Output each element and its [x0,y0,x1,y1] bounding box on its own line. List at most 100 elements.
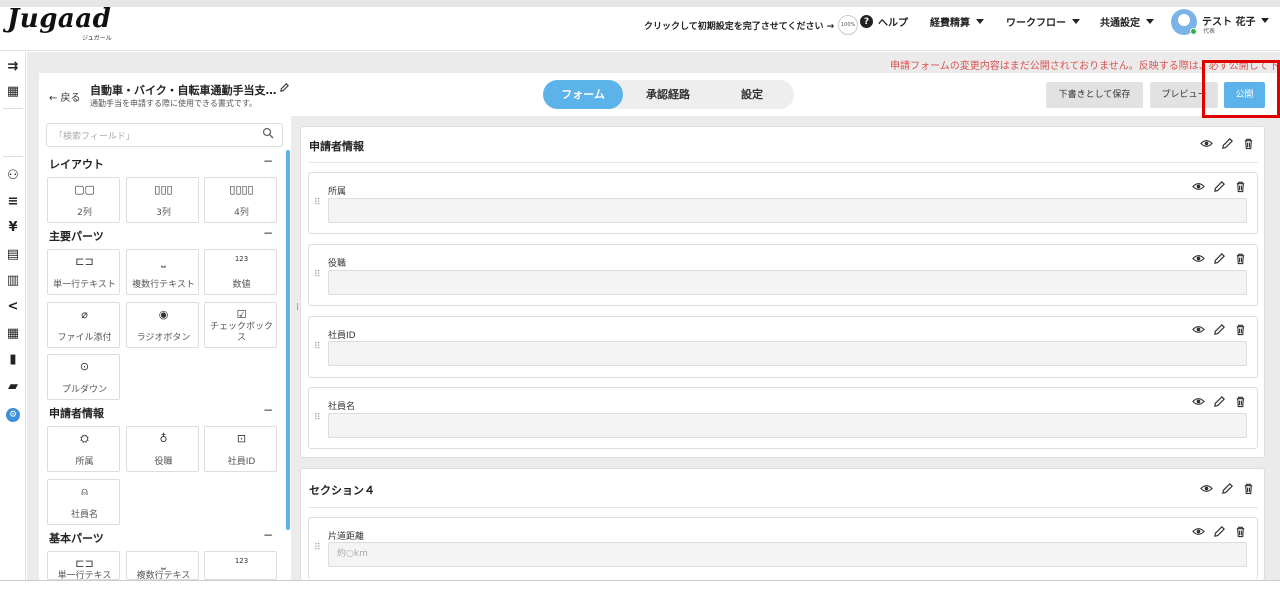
tab-approval-route[interactable]: 承認経路 [628,80,708,109]
user-role: 代表 [1203,28,1216,35]
section-title: 申請者情報 [309,140,364,153]
pencil-icon[interactable] [1213,525,1226,541]
bottom-strip [0,580,1280,594]
tile-number[interactable]: 123 数値 [204,249,277,295]
document-icon[interactable]: ▤ [6,248,20,262]
position-icon: ♁ [159,432,168,445]
tile-single-line-text[interactable]: ⊏⊐ 単一行テキス [47,551,120,580]
tile-multi-line-text[interactable]: ⎵ 複数行テキス [126,551,199,580]
online-status-icon [1190,28,1197,35]
pencil-icon[interactable] [1213,180,1226,196]
distance-input[interactable]: 約○km [328,542,1247,567]
tile-multi-line-text[interactable]: ⎵ 複数行テキスト [126,249,199,295]
receipt-icon[interactable]: ▥ [6,274,20,288]
form-settings-icon[interactable]: ⚙ [6,408,20,422]
field-input[interactable] [328,413,1247,438]
menu-common-settings[interactable]: 共通設定 [1100,14,1154,29]
multi-line-text-icon: ⎵ [161,557,166,570]
radio-button-icon: ◉ [158,308,169,321]
trash-icon[interactable] [1234,252,1247,268]
save-draft-button[interactable]: 下書きとして保存 [1046,82,1143,108]
grid-icon[interactable]: ▦ [6,327,20,341]
share-icon[interactable]: < [6,300,20,314]
tile-file-attachment[interactable]: ⌀ ファイル添付 [47,302,120,348]
single-line-text-icon: ⊏⊐ [75,255,94,268]
collapse-icon[interactable]: − [263,226,273,240]
trash-icon[interactable] [1242,482,1255,498]
tab-settings[interactable]: 設定 [712,80,792,109]
tile-position[interactable]: ♁ 役職 [126,426,199,472]
palette-scrollbar[interactable] [286,150,290,530]
collapse-icon[interactable]: − [263,403,273,417]
trash-icon[interactable] [1242,137,1255,153]
expand-menu-icon[interactable]: ⇉ [6,60,20,74]
tile-employee-id[interactable]: ⊡ 社員ID [204,426,277,472]
menu-workflow[interactable]: ワークフロー [1006,14,1080,29]
tile-3col[interactable]: ▯▯▯ 3列 [126,177,199,223]
pencil-icon[interactable] [1213,252,1226,268]
edit-title-icon[interactable] [279,82,290,96]
top-bar [0,7,1280,51]
number-icon: 123 [234,557,249,565]
three-column-icon: ▯▯▯ [154,183,173,196]
field-input[interactable] [328,198,1247,223]
tab-form[interactable]: フォーム [543,80,623,109]
form-title: 自動車・バイク・自転車通勤手当支… [90,84,277,97]
tile-number[interactable]: 123 [204,551,277,580]
pencil-icon[interactable] [1221,137,1234,153]
trash-icon[interactable] [1234,323,1247,339]
building-icon[interactable]: ▦ [6,85,20,99]
eye-icon[interactable] [1200,137,1213,153]
list-icon[interactable]: ≡ [6,195,20,209]
book-icon[interactable]: ▰ [6,380,20,394]
field-label: 片道距離 [328,532,365,542]
search-icon[interactable] [262,127,274,139]
drag-handle-icon[interactable]: ⠿ [314,198,321,208]
menu-expense[interactable]: 経費精算 [930,14,984,29]
trash-icon[interactable] [1234,395,1247,411]
left-nav: ⇉ ▦ ⚇ ≡ ¥ ▤ ▥ < ▦ ▮ ▰ ⚙ [0,52,26,580]
tile-single-line-text[interactable]: ⊏⊐ 単一行テキスト [47,249,120,295]
pencil-icon[interactable] [1221,482,1234,498]
pencil-icon[interactable] [1213,395,1226,411]
eye-icon[interactable] [1200,482,1213,498]
two-column-icon: ▢▢ [74,183,95,196]
logo[interactable]: Jugaad ジュガール [7,6,112,42]
eye-icon[interactable] [1192,525,1205,541]
eye-icon[interactable] [1192,323,1205,339]
field-input[interactable] [328,341,1247,366]
drag-handle-icon[interactable]: ⠿ [314,413,321,423]
tile-dropdown[interactable]: ⊙ プルダウン [47,354,120,400]
eye-icon[interactable] [1192,395,1205,411]
tile-department[interactable]: ⛭ 所属 [47,426,120,472]
help-menu[interactable]: ? ヘルプ [860,14,908,29]
collapse-icon[interactable]: − [263,154,273,168]
tile-2col[interactable]: ▢▢ 2列 [47,177,120,223]
drag-handle-icon[interactable]: ⠿ [314,342,321,352]
top-strip [0,0,1280,7]
highlight-box [1202,60,1280,118]
file-money-icon[interactable]: ▮ [6,353,20,367]
back-button[interactable]: ← 戻る [49,89,81,104]
field-input[interactable] [328,270,1247,295]
setup-prompt[interactable]: クリックして初期設定を完了させてください → 100% [644,15,859,35]
drag-handle-icon[interactable]: ⠿ [314,543,321,553]
collapse-icon[interactable]: − [263,528,273,542]
trash-icon[interactable] [1234,525,1247,541]
pencil-icon[interactable] [1213,323,1226,339]
yen-icon[interactable]: ¥ [6,221,20,235]
multi-line-text-icon: ⎵ [161,255,166,268]
employee-id-icon: ⊡ [236,432,247,445]
eye-icon[interactable] [1192,180,1205,196]
tile-employee-name[interactable]: ⍝ 社員名 [47,479,120,525]
trash-icon[interactable] [1234,180,1247,196]
tile-4col[interactable]: ▯▯▯▯ 4列 [204,177,277,223]
employee-name-icon: ⍝ [81,485,88,498]
tile-radio-button[interactable]: ◉ ラジオボタン [126,302,199,348]
users-icon[interactable]: ⚇ [6,169,20,183]
palette-section-basic-parts: 基本パーツ [49,532,104,545]
drag-handle-icon[interactable]: ⠿ [314,270,321,280]
eye-icon[interactable] [1192,252,1205,268]
tile-checkbox[interactable]: ☑ チェックボックス [204,302,277,348]
number-icon: 123 [234,255,249,263]
